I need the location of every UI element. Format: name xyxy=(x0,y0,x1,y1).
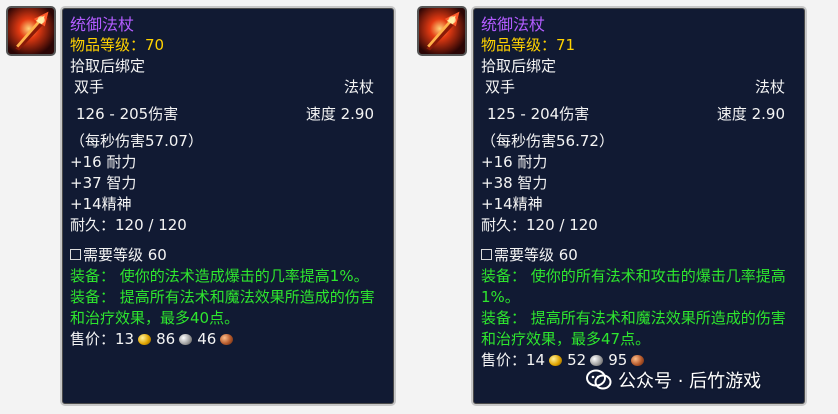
weapon-speed: 速度 2.90 xyxy=(716,105,785,123)
stat-line: +37 智力 xyxy=(70,174,137,192)
equip-effect-2: 装备： 提高所有法术和魔法效果所造成的伤害和治疗效果，最多40点。 xyxy=(70,288,375,327)
damage-range: 125 - 204伤害 xyxy=(487,105,590,123)
silver-coin-icon xyxy=(179,334,193,345)
gold-amount: 13 xyxy=(115,330,135,348)
slot-label: 双手 xyxy=(74,78,105,96)
item-name: 统御法杖 xyxy=(70,15,135,34)
stat-line: +38 智力 xyxy=(481,174,548,192)
silver-coin-icon xyxy=(590,355,604,366)
slot-type-row: 双手 法杖 xyxy=(70,77,386,98)
weapon-speed: 速度 2.90 xyxy=(305,105,374,123)
item-tooltip-panel-1: 统御法杖 物品等级：70 拾取后绑定 双手 法杖 126 - 205伤害 速度 … xyxy=(0,0,410,414)
gold-coin-icon xyxy=(549,355,563,366)
damage-speed-row: 126 - 205伤害 速度 2.90 xyxy=(70,104,386,125)
item-tooltip-panel-2: 统御法杖 物品等级：71 拾取后绑定 双手 法杖 125 - 204伤害 速度 … xyxy=(411,0,821,414)
sell-price: 售价：13 86 46 xyxy=(70,329,386,350)
item-tooltip: 统御法杖 物品等级：71 拾取后绑定 双手 法杖 125 - 204伤害 速度 … xyxy=(471,6,807,406)
equip-effect-1: 装备： 使你的法术造成爆击的几率提高1%。 xyxy=(70,267,369,285)
silver-amount: 52 xyxy=(567,351,587,369)
stat-line: +14精神 xyxy=(70,195,132,213)
checkbox-icon xyxy=(70,249,81,260)
damage-speed-row: 125 - 204伤害 速度 2.90 xyxy=(481,104,797,125)
bind-type: 拾取后绑定 xyxy=(481,57,557,75)
stat-line: +16 耐力 xyxy=(481,153,548,171)
equip-effect-2: 装备： 提高所有法术和魔法效果所造成的伤害和治疗效果，最多47点。 xyxy=(481,309,786,348)
weapon-type: 法杖 xyxy=(754,78,785,96)
item-tooltip: 统御法杖 物品等级：70 拾取后绑定 双手 法杖 126 - 205伤害 速度 … xyxy=(60,6,396,406)
gold-coin-icon xyxy=(138,334,152,345)
stat-line: +16 耐力 xyxy=(70,153,137,171)
item-name: 统御法杖 xyxy=(481,15,546,34)
copper-coin-icon xyxy=(631,355,645,366)
silver-amount: 86 xyxy=(156,330,176,348)
checkbox-icon xyxy=(481,249,492,260)
staff-icon[interactable] xyxy=(417,6,467,56)
bind-type: 拾取后绑定 xyxy=(70,57,146,75)
copper-amount: 46 xyxy=(197,330,217,348)
damage-range: 126 - 205伤害 xyxy=(76,105,179,123)
item-level: 物品等级：70 xyxy=(70,36,165,54)
slot-type-row: 双手 法杖 xyxy=(481,77,797,98)
watermark: 公众号 · 后竹游戏 xyxy=(586,366,761,394)
wechat-icon xyxy=(586,369,612,390)
slot-label: 双手 xyxy=(485,78,516,96)
weapon-type: 法杖 xyxy=(343,78,374,96)
level-requirement: 需要等级 60 xyxy=(481,245,797,266)
watermark-text: 公众号 · 后竹游戏 xyxy=(618,371,762,392)
durability: 耐久：120 / 120 xyxy=(481,216,598,234)
equip-effect-1: 装备： 使你的所有法术和攻击的爆击几率提高1%。 xyxy=(481,267,786,306)
durability: 耐久：120 / 120 xyxy=(70,216,187,234)
sell-label: 售价： xyxy=(481,351,527,369)
dps-value: （每秒伤害56.72） xyxy=(481,132,614,150)
stat-line: +14精神 xyxy=(481,195,543,213)
dps-value: （每秒伤害57.07） xyxy=(70,132,203,150)
copper-coin-icon xyxy=(220,334,234,345)
sell-label: 售价： xyxy=(70,330,116,348)
staff-icon[interactable] xyxy=(6,6,56,56)
gold-amount: 14 xyxy=(526,351,546,369)
item-level: 物品等级：71 xyxy=(481,36,576,54)
level-requirement: 需要等级 60 xyxy=(70,245,386,266)
